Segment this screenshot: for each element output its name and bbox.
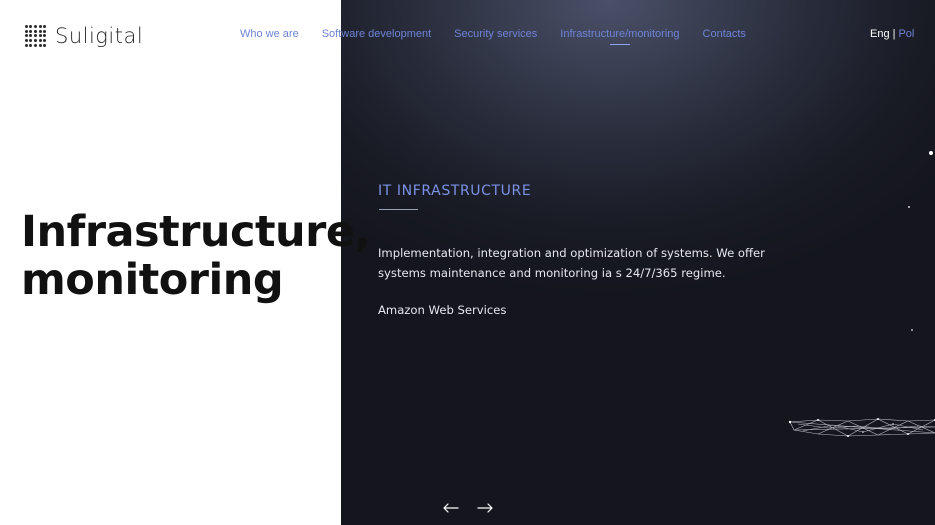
section-title: IT INFRASTRUCTURE bbox=[378, 183, 532, 199]
section-description: Implementation, integration and optimiza… bbox=[378, 246, 765, 280]
wireframe-mesh-icon bbox=[788, 418, 935, 437]
section-title-underline bbox=[379, 209, 418, 210]
section-extra-aws: Amazon Web Services bbox=[378, 303, 507, 317]
main-nav: Who we are Software development Security… bbox=[240, 28, 769, 40]
prev-slide-button[interactable] bbox=[442, 499, 460, 517]
next-slide-button[interactable] bbox=[476, 499, 494, 517]
lang-option-eng[interactable]: Eng bbox=[870, 28, 890, 40]
language-switcher: Eng | Pol bbox=[870, 28, 914, 40]
lang-separator: | bbox=[892, 28, 896, 40]
brand-logo[interactable]: Suligital bbox=[24, 24, 143, 48]
page: Suligital Who we are Software developmen… bbox=[0, 0, 935, 525]
nav-item-contacts[interactable]: Contacts bbox=[703, 28, 746, 40]
star-dot bbox=[911, 329, 913, 331]
brand-name: Suligital bbox=[55, 24, 144, 48]
nav-item-who-we-are[interactable]: Who we are bbox=[240, 28, 299, 40]
nav-item-security-services[interactable]: Security services bbox=[454, 28, 537, 40]
page-title-line-1: Infrastructure, bbox=[21, 207, 371, 257]
arrow-right-icon bbox=[477, 503, 493, 513]
page-title-line-2: monitoring bbox=[21, 255, 284, 305]
page-title: Infrastructure, monitoring bbox=[21, 207, 371, 305]
dot-grid-logo-icon bbox=[24, 25, 47, 48]
nav-item-infrastructure-monitoring[interactable]: Infrastructure/monitoring bbox=[560, 28, 679, 40]
arrow-left-icon bbox=[443, 503, 459, 513]
star-dot bbox=[929, 151, 933, 155]
lang-option-pol[interactable]: Pol bbox=[898, 28, 914, 40]
star-dot bbox=[908, 206, 910, 208]
nav-item-software-development[interactable]: Software development bbox=[322, 28, 431, 40]
